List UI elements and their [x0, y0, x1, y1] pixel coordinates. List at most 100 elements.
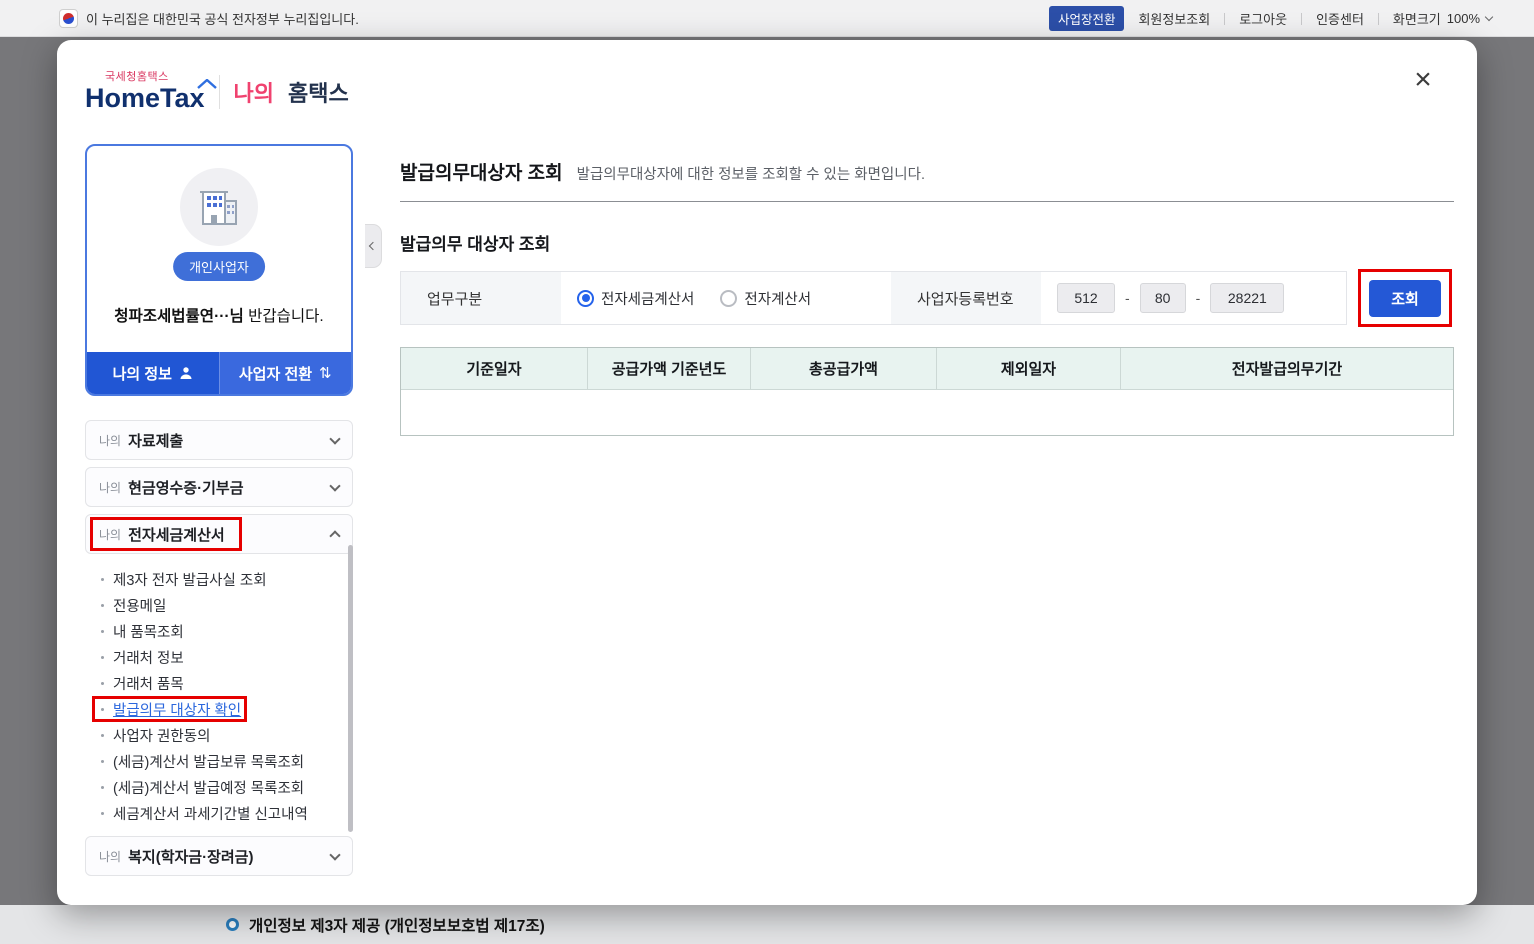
bizno-separator: -: [1195, 290, 1201, 306]
business-switch-badge[interactable]: 사업장전환: [1048, 6, 1125, 31]
chevron-left-icon: [368, 241, 378, 251]
sidebar-item-dedicated-mail[interactable]: 전용메일: [85, 592, 353, 618]
section-label: 자료제출: [128, 432, 184, 450]
bizno-input-2[interactable]: 80: [1139, 283, 1186, 313]
link-cert-center[interactable]: 인증센터: [1316, 9, 1364, 28]
bullet-icon: [101, 603, 104, 607]
bizno-separator: -: [1125, 290, 1130, 306]
chevron-up-icon: [329, 529, 341, 542]
sidebar-item-client-items[interactable]: 거래처 품목: [85, 670, 353, 696]
profile-buttons: 나의 정보 사업자 전환 ⇅: [87, 352, 351, 394]
sidebar-section-welfare[interactable]: 나의 복지(학자금·장려금): [85, 836, 353, 876]
sidebar-item-invoice-period-report[interactable]: 세금계산서 과세기간별 신고내역: [85, 800, 353, 826]
bullet-icon: [101, 577, 104, 581]
sidebar-section-data-submission[interactable]: 나의 자료제출: [85, 420, 353, 460]
section-label: 전자세금계산서: [128, 526, 225, 544]
business-type-radios: 전자세금계산서 전자계산서: [561, 272, 891, 324]
sidebar-item-invoice-scheduled-list[interactable]: (세금)계산서 발급예정 목록조회: [85, 774, 353, 800]
sidebar-collapse-handle[interactable]: [365, 224, 382, 268]
sidebar-item-client-info[interactable]: 거래처 정보: [85, 644, 353, 670]
my-hometax-modal: 국세청홈택스 HomeTax 나의 홈택스 × 개인사업자 청파조세법률연···…: [57, 40, 1477, 905]
bullet-icon: [101, 629, 104, 633]
sidebar-item-third-party-issuance-check[interactable]: 제3자 전자 발급사실 조회: [85, 566, 353, 592]
sidebar-section-cash-receipt-donation[interactable]: 나의 현금영수증·기부금: [85, 467, 353, 507]
person-icon: [180, 367, 192, 379]
e-tax-invoice-submenu: 제3자 전자 발급사실 조회 전용메일 내 품목조회 거래처 정보 거래처 품목: [85, 561, 353, 836]
divider: [400, 201, 1454, 202]
radio-label: 전자계산서: [744, 291, 812, 308]
close-button[interactable]: ×: [1405, 62, 1441, 98]
business-number-inputs: 512 - 80 - 28221: [1041, 272, 1346, 324]
sidebar-item-issuance-duty-target-check[interactable]: 발급의무 대상자 확인: [85, 696, 353, 722]
business-number-label: 사업자등록번호: [891, 272, 1041, 324]
divider: [1301, 12, 1303, 25]
results-table: 기준일자 공급가액 기준년도 총공급가액 제외일자 전자발급의무기간: [400, 347, 1454, 436]
privacy-footer-text: 개인정보 제3자 제공 (개인정보보호법 제17조): [249, 917, 545, 935]
menu-scrollbar-thumb[interactable]: [348, 545, 353, 832]
switch-label: 사업자 전환: [238, 365, 313, 383]
background-page-strip: 개인정보 제3자 제공 (개인정보보호법 제17조): [0, 905, 1534, 944]
chevron-down-icon: [329, 479, 341, 492]
modal-header: 국세청홈택스 HomeTax 나의 홈택스: [85, 56, 349, 112]
building-icon: [200, 191, 237, 225]
bullet-icon: [101, 733, 104, 737]
radio-checked-icon[interactable]: [577, 289, 594, 307]
sidebar-item-invoice-hold-list[interactable]: (세금)계산서 발급보류 목록조회: [85, 748, 353, 774]
link-logout[interactable]: 로그아웃: [1239, 9, 1287, 28]
radio-e-tax-invoice[interactable]: 전자세금계산서: [577, 288, 694, 309]
sidebar-section-e-tax-invoice[interactable]: 나의 전자세금계산서: [85, 514, 353, 554]
hometax-logo[interactable]: 국세청홈택스 HomeTax: [85, 68, 217, 112]
business-type-badge: 개인사업자: [173, 252, 265, 281]
swap-arrows-icon: ⇅: [319, 365, 332, 382]
bullet-icon: [101, 681, 104, 685]
bullet-icon: [101, 655, 104, 659]
greeting-text: 청파조세법률연···님 반갑습니다.: [87, 304, 351, 326]
greeting-name: 청파조세법률연···님: [114, 308, 244, 325]
page: 이 누리집은 대한민국 공식 전자정부 누리집입니다. 사업장전환 회원정보조회…: [0, 0, 1534, 944]
my-info-button[interactable]: 나의 정보: [87, 352, 219, 394]
item-label: 발급의무 대상자 확인: [113, 702, 242, 719]
sidebar-item-business-authority-consent[interactable]: 사업자 권한동의: [85, 722, 353, 748]
bullseye-bullet-icon: [226, 918, 239, 931]
korea-flag-icon: [59, 8, 78, 28]
logo-small-text: 국세청홈택스: [105, 70, 169, 83]
item-label: 세금계산서 과세기간별 신고내역: [113, 806, 308, 823]
bullet-icon: [101, 707, 104, 711]
chevron-down-icon: [1484, 12, 1494, 22]
search-form: 업무구분 전자세금계산서 전자계산서 사업자등록번호 512 - 80 - 28…: [400, 269, 1454, 327]
link-member-info[interactable]: 회원정보조회: [1138, 9, 1210, 28]
bizno-input-3[interactable]: 28221: [1210, 283, 1285, 313]
col-header-base-date: 기준일자: [401, 348, 588, 389]
my-info-label: 나의 정보: [112, 365, 172, 383]
item-label: 내 품목조회: [113, 624, 184, 641]
business-type-label: 업무구분: [401, 272, 561, 324]
divider: [1377, 12, 1379, 25]
greeting-rest: 반갑습니다.: [243, 308, 324, 325]
item-label: 거래처 품목: [113, 676, 184, 693]
roof-icon: [197, 78, 217, 89]
col-header-exclusion-date: 제외일자: [937, 348, 1121, 389]
item-label: 사업자 권한동의: [113, 728, 211, 745]
top-bar-links: 사업장전환 회원정보조회 로그아웃 인증센터 화면크기 100%: [1048, 0, 1494, 37]
radio-unchecked-icon[interactable]: [720, 289, 738, 307]
search-highlight-box: 조회: [1358, 269, 1452, 327]
table-empty-row: [401, 389, 1453, 435]
section-prefix: 나의: [99, 849, 122, 864]
gov-notice-text: 이 누리집은 대한민국 공식 전자정부 누리집입니다.: [86, 11, 359, 27]
section-prefix: 나의: [99, 480, 122, 495]
bullet-icon: [101, 759, 104, 763]
search-form-bar: 업무구분 전자세금계산서 전자계산서 사업자등록번호 512 - 80 - 28…: [400, 271, 1347, 325]
chevron-down-icon: [329, 848, 341, 861]
business-switch-button[interactable]: 사업자 전환 ⇅: [218, 352, 351, 394]
screen-size-control[interactable]: 화면크기 100%: [1393, 9, 1494, 28]
radio-e-invoice[interactable]: 전자계산서: [720, 288, 811, 309]
profile-card: 개인사업자 청파조세법률연···님 반갑습니다. 나의 정보 사업자 전환 ⇅: [85, 144, 353, 396]
bullet-icon: [101, 785, 104, 789]
radio-label: 전자세금계산서: [601, 291, 695, 308]
search-button[interactable]: 조회: [1369, 279, 1441, 317]
main-content: 발급의무대상자 조회 발급의무대상자에 대한 정보를 조회할 수 있는 화면입니…: [400, 158, 1454, 436]
sidebar-item-my-items[interactable]: 내 품목조회: [85, 618, 353, 644]
section-label: 복지(학자금·장려금): [128, 848, 254, 866]
bizno-input-1[interactable]: 512: [1057, 283, 1115, 313]
avatar: [180, 168, 258, 246]
